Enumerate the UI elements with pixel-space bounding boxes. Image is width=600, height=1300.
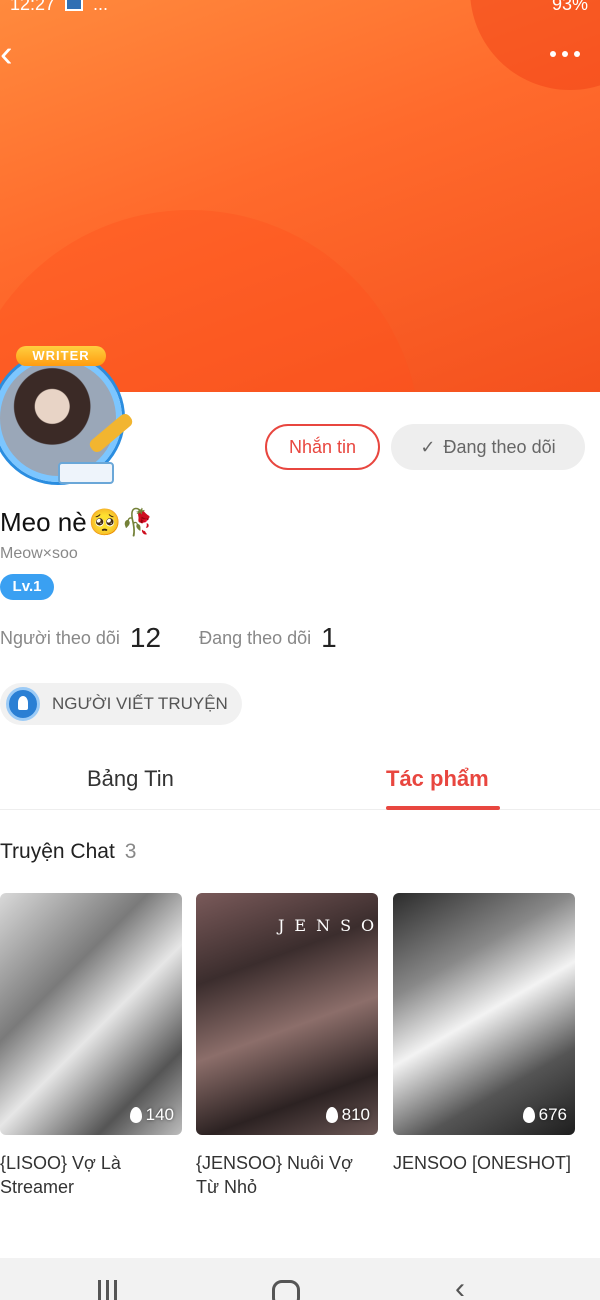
section-count: 3 [124,840,137,863]
section-title-text: Truyện Chat [0,840,115,863]
story-cover-image[interactable]: 676 [393,893,575,1135]
recent-apps-icon [114,1280,117,1300]
story-title[interactable]: {LISOO} Vợ Là Streamer [0,1151,182,1199]
chevron-left-icon: ‹ [0,33,13,75]
recent-apps-button[interactable] [98,1280,122,1300]
cover-art-text: JENSOO [278,916,378,935]
writer-badge: WRITER [16,346,106,366]
story-title[interactable]: {JENSOO} Nuôi Vợ Từ Nhỏ [196,1151,378,1199]
more-dots-icon [574,51,580,57]
profile-tabs: Bảng Tin Tác phẩm [0,752,600,810]
app-notification-icon [65,0,84,11]
book-icon [58,462,114,484]
story-card[interactable]: JENSOO 810 {JENSOO} Nuôi Vợ Từ Nhỏ [196,893,378,1199]
status-bar: 12:27 ... 93% [10,0,588,14]
tab-news-feed[interactable]: Bảng Tin [87,766,174,792]
profile-name-text: Meo nè [0,507,87,537]
fire-icon [522,1107,535,1123]
avatar-frame[interactable]: WRITER [0,346,144,496]
section-title: Truyện Chat 3 [0,840,136,864]
more-dots-icon [550,51,556,57]
story-card[interactable]: 676 JENSOO [ONESHOT] [393,893,575,1175]
active-tab-indicator [386,806,500,810]
story-views-count: 140 [145,1105,174,1124]
story-cover-image[interactable]: JENSOO 810 [196,893,378,1135]
story-views: 676 [522,1105,567,1125]
story-views-count: 810 [341,1105,370,1124]
level-badge: Lv.1 [0,574,54,600]
profile-name: Meo nè 🥺🥀 [0,507,153,538]
story-cover-image[interactable]: 140 [0,893,182,1135]
more-dots-icon [562,51,568,57]
following-label[interactable]: Đang theo dõi [199,628,311,649]
status-more: ... [93,0,109,14]
system-back-button[interactable]: ‹ [455,1272,465,1300]
role-chip[interactable]: NGƯỜI VIẾT TRUYỆN [0,683,242,725]
tab-works[interactable]: Tác phẩm [386,766,489,792]
system-navigation-bar: ‹ [0,1258,600,1300]
story-card[interactable]: 140 {LISOO} Vợ Là Streamer [0,893,182,1199]
story-views: 140 [129,1105,174,1125]
following-button-label: Đang theo dõi [443,436,556,457]
message-button[interactable]: Nhắn tin [265,424,380,470]
story-views: 810 [325,1105,370,1125]
story-views-count: 676 [538,1105,567,1124]
writer-role-icon [6,687,40,721]
message-button-label: Nhắn tin [288,436,357,457]
more-options-button[interactable] [540,44,580,64]
followers-count[interactable]: 12 [130,622,161,654]
checkmark-icon: ✓ [420,436,436,457]
profile-name-emoji: 🥺🥀 [88,507,154,537]
battery-level: 93% [551,0,588,14]
story-title[interactable]: JENSOO [ONESHOT] [393,1151,575,1175]
profile-username: Meow×soo [0,545,78,562]
follow-stats: Người theo dõi 12 Đang theo dõi 1 [0,622,337,654]
fire-icon [325,1107,338,1123]
fire-icon [129,1107,142,1123]
profile-header: 12:27 ... 93% ‹ [0,0,600,392]
status-time: 12:27 [10,0,56,14]
role-label: NGƯỜI VIẾT TRUYỆN [52,694,228,713]
recent-apps-icon [98,1280,101,1300]
home-button[interactable] [272,1280,300,1300]
followers-label[interactable]: Người theo dõi [0,628,120,649]
back-arrow-icon: ‹ [455,1272,465,1300]
recent-apps-icon [106,1280,109,1300]
following-count[interactable]: 1 [321,622,337,654]
back-button[interactable]: ‹ [0,33,40,76]
following-button[interactable]: ✓ Đang theo dõi [391,424,585,470]
